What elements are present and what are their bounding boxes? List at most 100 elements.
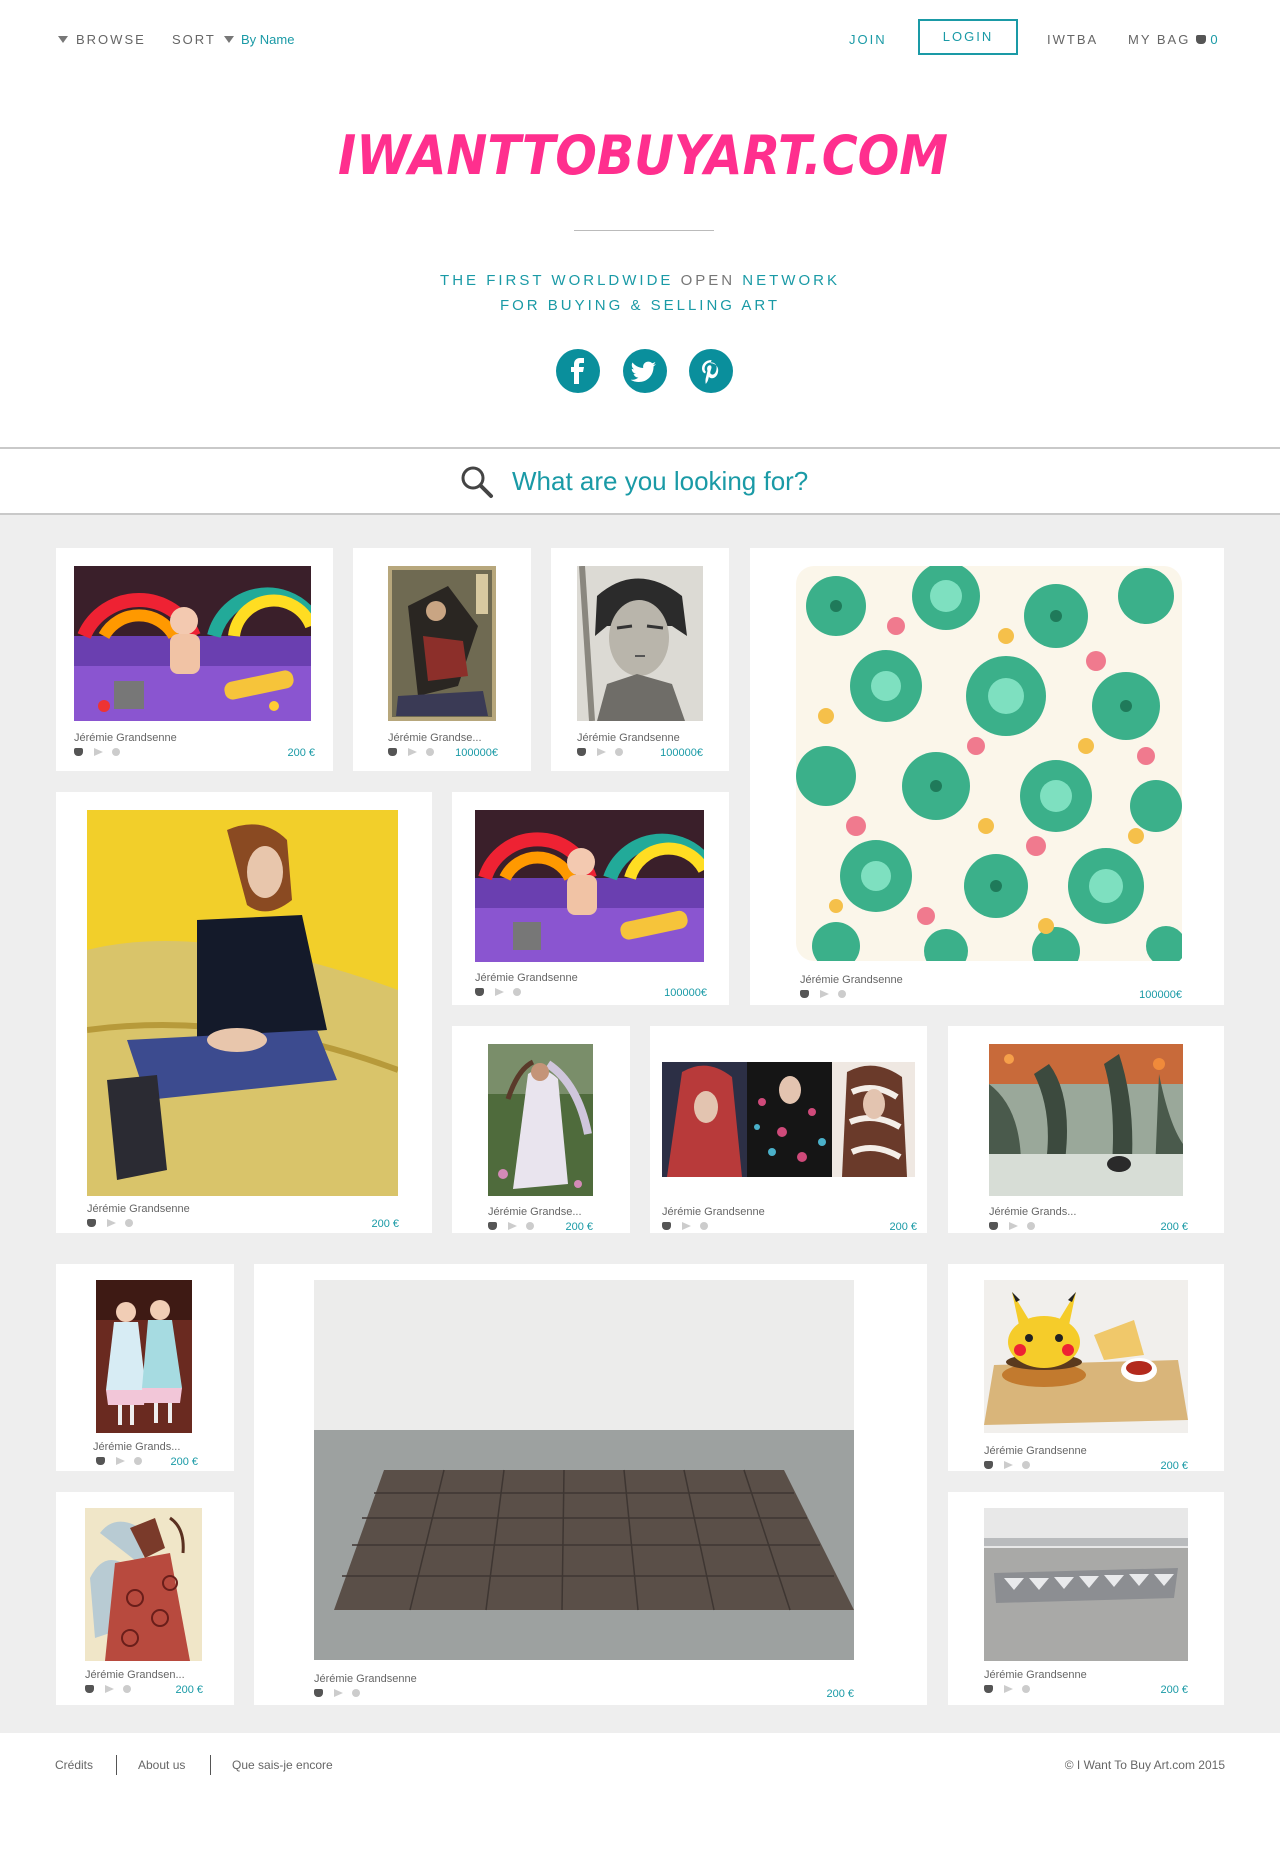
facebook-icon[interactable] xyxy=(556,349,600,393)
send-icon[interactable] xyxy=(408,748,417,756)
artwork-image[interactable] xyxy=(577,566,703,721)
artwork-card[interactable]: Jérémie Grands... 200 € xyxy=(948,1026,1224,1233)
send-icon[interactable] xyxy=(1004,1685,1013,1693)
artwork-image[interactable] xyxy=(96,1280,192,1433)
send-icon[interactable] xyxy=(495,988,504,996)
artist-name[interactable]: Jérémie Grandsenne xyxy=(577,732,680,745)
send-icon[interactable] xyxy=(508,1222,517,1230)
site-logo[interactable]: IWANTTOBUYART.COM xyxy=(334,110,954,200)
basket-icon[interactable] xyxy=(984,1461,993,1469)
artwork-card[interactable]: Jérémie Grandsenne 200 € xyxy=(948,1492,1224,1705)
artwork-image[interactable] xyxy=(85,1508,202,1661)
basket-icon[interactable] xyxy=(388,748,397,756)
pinterest-icon[interactable] xyxy=(689,349,733,393)
heart-icon[interactable] xyxy=(838,990,846,998)
artwork-card[interactable]: Jérémie Grands... 200 € xyxy=(56,1264,234,1471)
artwork-image[interactable] xyxy=(984,1508,1188,1661)
basket-icon[interactable] xyxy=(800,990,809,998)
artwork-image[interactable] xyxy=(314,1280,854,1660)
heart-icon[interactable] xyxy=(112,748,120,756)
artist-name[interactable]: Jérémie Grandsen... xyxy=(85,1669,185,1682)
artist-name[interactable]: Jérémie Grandsenne xyxy=(662,1206,765,1219)
send-icon[interactable] xyxy=(116,1457,125,1465)
artwork-card[interactable]: Jérémie Grandse... 200 € xyxy=(452,1026,630,1233)
basket-icon[interactable] xyxy=(475,988,484,996)
basket-icon[interactable] xyxy=(577,748,586,756)
artist-name[interactable]: Jérémie Grandse... xyxy=(388,732,482,745)
basket-icon[interactable] xyxy=(662,1222,671,1230)
basket-icon[interactable] xyxy=(85,1685,94,1693)
artwork-card[interactable]: Jérémie Grandsenne 200 € xyxy=(254,1264,927,1705)
artist-name[interactable]: Jérémie Grandsenne xyxy=(475,972,578,985)
basket-icon[interactable] xyxy=(984,1685,993,1693)
heart-icon[interactable] xyxy=(1022,1685,1030,1693)
artwork-image[interactable] xyxy=(488,1044,593,1196)
basket-icon[interactable] xyxy=(74,748,83,756)
artwork-image[interactable] xyxy=(475,810,704,962)
login-button[interactable]: LOGIN xyxy=(918,19,1018,55)
artwork-card[interactable]: Jérémie Grandsenne 200 € xyxy=(948,1264,1224,1472)
artwork-card[interactable]: Jérémie Grandsenne 200 € xyxy=(56,792,432,1233)
send-icon[interactable] xyxy=(334,1689,343,1697)
sort-value[interactable]: By Name xyxy=(241,32,294,48)
artist-name[interactable]: Jérémie Grandsenne xyxy=(984,1445,1087,1458)
heart-icon[interactable] xyxy=(513,988,521,996)
basket-icon[interactable] xyxy=(989,1222,998,1230)
heart-icon[interactable] xyxy=(615,748,623,756)
artwork-card[interactable]: Jérémie Grandsenne 200 € xyxy=(56,548,333,771)
artwork-image[interactable] xyxy=(984,1280,1188,1433)
artwork-card[interactable]: Jérémie Grandsen... 200 € xyxy=(56,1492,234,1705)
artist-name[interactable]: Jérémie Grands... xyxy=(93,1441,180,1454)
send-icon[interactable] xyxy=(682,1222,691,1230)
artwork-card[interactable]: Jérémie Grandsenne 200 € xyxy=(650,1026,927,1233)
artwork-image[interactable] xyxy=(662,1062,915,1177)
other-link[interactable]: Que sais-je encore xyxy=(232,1758,333,1772)
search-input[interactable] xyxy=(512,463,932,499)
artwork-card[interactable]: Jérémie Grandsenne 100000€ xyxy=(551,548,729,771)
heart-icon[interactable] xyxy=(1027,1222,1035,1230)
send-icon[interactable] xyxy=(107,1219,116,1227)
artist-name[interactable]: Jérémie Grandsenne xyxy=(74,732,177,745)
send-icon[interactable] xyxy=(820,990,829,998)
artist-name[interactable]: Jérémie Grands... xyxy=(989,1206,1076,1219)
basket-icon[interactable] xyxy=(96,1457,105,1465)
iwtba-link[interactable]: IWTBA xyxy=(1047,32,1098,48)
twitter-icon[interactable] xyxy=(623,349,667,393)
heart-icon[interactable] xyxy=(123,1685,131,1693)
sort-menu[interactable]: SORT xyxy=(172,32,234,48)
send-icon[interactable] xyxy=(597,748,606,756)
about-link[interactable]: About us xyxy=(138,1758,185,1772)
heart-icon[interactable] xyxy=(352,1689,360,1697)
artwork-image[interactable] xyxy=(74,566,311,721)
heart-icon[interactable] xyxy=(1022,1461,1030,1469)
artist-name[interactable]: Jérémie Grandsenne xyxy=(87,1203,190,1216)
artwork-card[interactable]: Jérémie Grandsenne 100000€ xyxy=(750,548,1224,1005)
browse-menu[interactable]: BROWSE xyxy=(58,32,146,48)
artwork-card[interactable]: Jérémie Grandse... 100000€ xyxy=(353,548,531,771)
send-icon[interactable] xyxy=(1004,1461,1013,1469)
heart-icon[interactable] xyxy=(426,748,434,756)
artist-name[interactable]: Jérémie Grandsenne xyxy=(984,1669,1087,1682)
artist-name[interactable]: Jérémie Grandsenne xyxy=(800,974,903,987)
artwork-image[interactable] xyxy=(796,566,1182,961)
basket-icon[interactable] xyxy=(314,1689,323,1697)
heart-icon[interactable] xyxy=(700,1222,708,1230)
send-icon[interactable] xyxy=(94,748,103,756)
artwork-image[interactable] xyxy=(989,1044,1183,1196)
heart-icon[interactable] xyxy=(526,1222,534,1230)
artist-name[interactable]: Jérémie Grandsenne xyxy=(314,1673,417,1686)
search-icon[interactable] xyxy=(460,465,494,499)
my-bag-link[interactable]: MY BAG 0 xyxy=(1128,32,1220,48)
artwork-image[interactable] xyxy=(87,810,398,1196)
join-link[interactable]: JOIN xyxy=(849,32,887,48)
artwork-card[interactable]: Jérémie Grandsenne 100000€ xyxy=(452,792,729,1005)
artist-name[interactable]: Jérémie Grandse... xyxy=(488,1206,582,1219)
send-icon[interactable] xyxy=(105,1685,114,1693)
artwork-image[interactable] xyxy=(388,566,496,721)
send-icon[interactable] xyxy=(1009,1222,1018,1230)
basket-icon[interactable] xyxy=(488,1222,497,1230)
heart-icon[interactable] xyxy=(134,1457,142,1465)
heart-icon[interactable] xyxy=(125,1219,133,1227)
basket-icon[interactable] xyxy=(87,1219,96,1227)
credits-link[interactable]: Crédits xyxy=(55,1758,93,1772)
